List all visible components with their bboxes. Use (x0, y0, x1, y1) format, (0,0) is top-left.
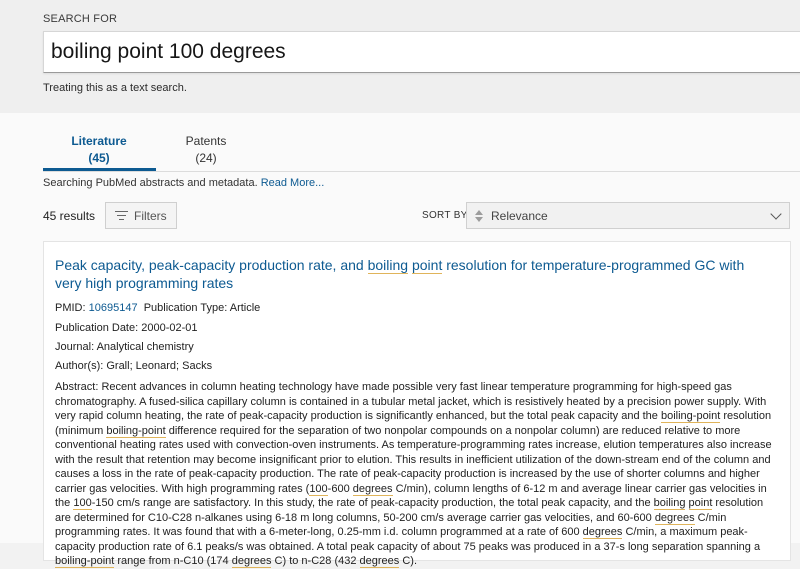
sort-by-label: SORT BY (422, 210, 468, 221)
abstract-highlight: degrees (231, 555, 272, 568)
pmid-link[interactable]: 10695147 (89, 302, 138, 314)
abstract-text: -600 (327, 482, 353, 495)
filter-icon (115, 210, 128, 221)
read-more-link[interactable]: Read More... (261, 177, 325, 189)
results-count: 45 results (43, 209, 96, 223)
title-highlight: boiling (367, 257, 409, 274)
title-highlight: point (411, 257, 443, 274)
pmid-row: PMID: 10695147 Publication Type: Article (55, 302, 260, 314)
search-source-text: Searching PubMed abstracts and metadata. (43, 177, 258, 189)
journal: Journal: Analytical chemistry (55, 341, 194, 353)
sort-value: Relevance (491, 208, 548, 223)
abstract-highlight: boiling-point (660, 410, 721, 423)
abstract-highlight: 100 (309, 482, 328, 496)
abstract-highlight: point (688, 497, 713, 510)
search-mode-note: Treating this as a text search. (43, 82, 187, 94)
abstract-highlight: degrees (359, 555, 400, 568)
search-box[interactable] (43, 31, 800, 73)
result-card: Peak capacity, peak-capacity production … (43, 241, 791, 568)
chevron-down-icon (770, 208, 782, 220)
abstract-text: C) to n-C28 (432 (271, 555, 360, 567)
title-text: Peak capacity, peak-capacity production … (55, 257, 368, 273)
abstract-text: C). (399, 555, 418, 567)
abstract-text: Abstract: Recent advances in column heat… (55, 381, 767, 422)
search-for-label: SEARCH FOR (43, 13, 118, 25)
tab-literature-count: (45) (88, 151, 110, 165)
tab-patents-count: (24) (195, 151, 217, 165)
abstract-highlight: boiling-point (55, 555, 115, 568)
abstract-text: range from n-C10 (174 (114, 555, 232, 567)
abstract-text: -150 cm/s range are satisfactory. In thi… (91, 497, 654, 509)
search-source-note: Searching PubMed abstracts and metadata.… (43, 177, 324, 189)
abstract-highlight: degrees (582, 526, 623, 539)
tabs-divider (43, 171, 800, 172)
tab-literature-label: Literature (71, 134, 127, 148)
filters-button[interactable]: Filters (105, 202, 177, 229)
filters-label: Filters (134, 208, 167, 223)
tab-literature[interactable]: Literature (45) (43, 133, 155, 167)
publication-date: Publication Date: 2000-02-01 (55, 322, 198, 334)
abstract-highlight: boiling (653, 497, 686, 510)
authors: Author(s): Grall; Leonard; Sacks (55, 360, 213, 372)
abstract: Abstract: Recent advances in column heat… (55, 380, 777, 569)
abstract-highlight: boiling-point (106, 424, 166, 438)
tab-patents-label: Patents (185, 134, 227, 148)
sort-select[interactable]: Relevance (466, 202, 790, 229)
abstract-highlight: degrees (352, 482, 393, 496)
pmid-label: PMID: (55, 302, 86, 314)
sort-arrows-icon (474, 209, 483, 222)
result-title-link[interactable]: Peak capacity, peak-capacity production … (55, 256, 770, 292)
search-input[interactable] (44, 32, 800, 72)
publication-type: Publication Type: Article (143, 302, 261, 314)
abstract-highlight: 100 (73, 497, 92, 510)
search-header: SEARCH FOR Treating this as a text searc… (0, 0, 800, 113)
results-area: Literature (45) Patents (24) Searching P… (0, 113, 800, 568)
tab-patents[interactable]: Patents (24) (165, 133, 247, 167)
abstract-highlight: degrees (654, 511, 695, 525)
